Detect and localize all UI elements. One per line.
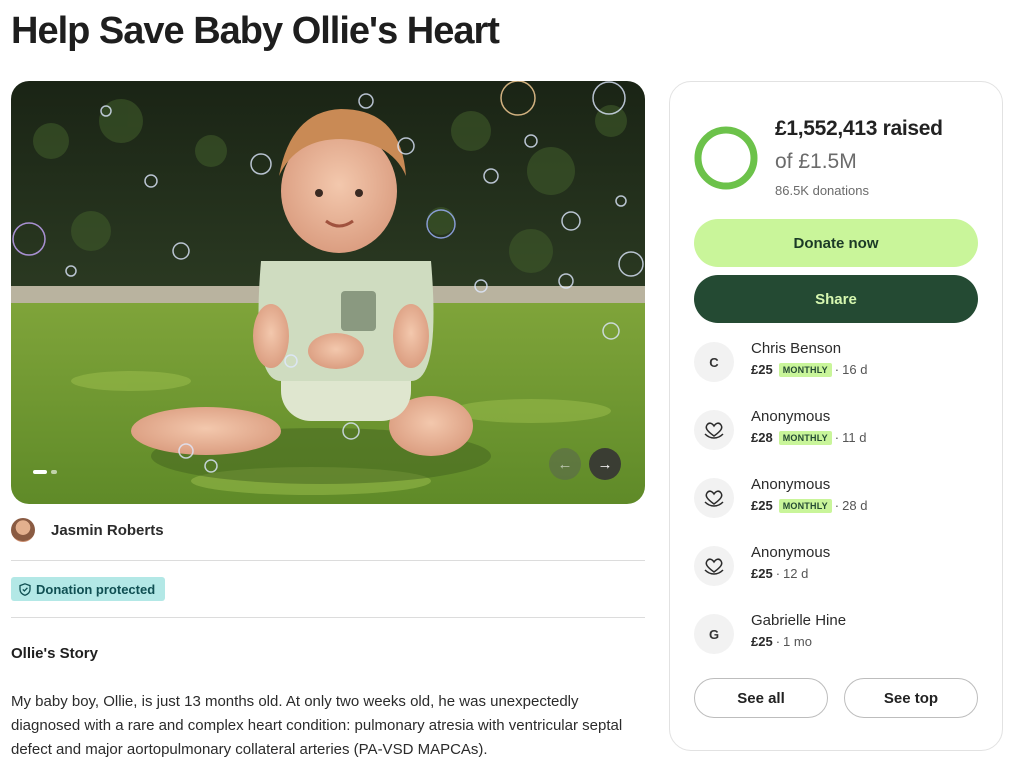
organizer-name[interactable]: Jasmin Roberts	[51, 522, 164, 539]
divider	[11, 617, 645, 618]
arrow-right-icon[interactable]: →	[589, 448, 621, 480]
monthly-badge: MONTHLY	[778, 430, 832, 445]
donor-meta: £25 MONTHLY · 16 d	[751, 362, 867, 377]
donations-count: 86.5K donations	[775, 183, 869, 198]
donor-time: 12 d	[783, 566, 809, 581]
see-top-button[interactable]: See top	[844, 678, 978, 718]
donor-time: 1 mo	[783, 634, 812, 649]
separator-dot: ·	[834, 430, 840, 445]
heart-hand-icon	[694, 478, 734, 518]
heart-hand-icon	[694, 410, 734, 450]
hero-photo	[11, 81, 645, 504]
organizer[interactable]: Jasmin Roberts	[11, 518, 164, 542]
donor-amount: £25	[751, 498, 773, 513]
donor-time: 28 d	[842, 498, 868, 513]
share-button[interactable]: Share	[694, 275, 978, 323]
donor-time: 11 d	[842, 430, 867, 445]
progress-ring-fill	[694, 126, 758, 190]
amount-raised: £1,552,413 raised	[775, 117, 943, 140]
donor-item: G Gabrielle Hine £25 · 1 mo	[694, 612, 984, 656]
divider	[11, 560, 645, 561]
donor-meta: £28 MONTHLY · 11 d	[751, 430, 866, 445]
donor-name: Anonymous	[751, 476, 831, 493]
donate-button[interactable]: Donate now	[694, 219, 978, 267]
donor-name: Anonymous	[751, 544, 831, 561]
story-title: Ollie's Story	[11, 645, 98, 662]
donor-name: Chris Benson	[751, 340, 842, 357]
donor-meta: £25 MONTHLY · 28 d	[751, 498, 867, 513]
donation-card: £1,552,413 raised of £1.5M 86.5K donatio…	[669, 81, 1003, 751]
separator-dot: ·	[834, 498, 840, 513]
donor-amount: £25	[751, 566, 773, 581]
donor-meta: £25 · 1 mo	[751, 634, 812, 649]
donor-time: 16 d	[842, 362, 868, 377]
separator-dot: ·	[775, 566, 781, 581]
donor-item: Anonymous £25 MONTHLY · 28 d	[694, 476, 984, 520]
monthly-badge: MONTHLY	[778, 362, 832, 377]
story-text: My baby boy, Ollie, is just 13 months ol…	[11, 693, 623, 758]
donor-amount: £25	[751, 362, 773, 377]
shield-icon	[19, 582, 31, 596]
carousel-dots	[33, 470, 57, 474]
hero-image[interactable]: ← →	[11, 81, 645, 504]
donor-item: Anonymous £25 · 12 d	[694, 544, 984, 588]
donor-name: Anonymous	[751, 408, 831, 425]
carousel-dot[interactable]	[51, 470, 57, 474]
heart-hand-icon	[694, 546, 734, 586]
donor-item: C Chris Benson £25 MONTHLY · 16 d	[694, 340, 984, 384]
donor-meta: £25 · 12 d	[751, 566, 808, 581]
donor-amount: £25	[751, 634, 773, 649]
badge-label: Donation protected	[36, 581, 156, 597]
donor-avatar: C	[694, 342, 734, 382]
separator-dot: ·	[775, 634, 781, 649]
donor-amount: £28	[751, 430, 773, 445]
carousel-dot-active[interactable]	[33, 470, 47, 474]
arrow-left-icon[interactable]: ←	[549, 448, 581, 480]
progress-ring	[694, 126, 758, 190]
donation-protected-badge[interactable]: Donation protected	[11, 577, 166, 601]
avatar[interactable]	[11, 518, 35, 542]
monthly-badge: MONTHLY	[778, 498, 832, 513]
donor-avatar: G	[694, 614, 734, 654]
donor-item: Anonymous £28 MONTHLY · 11 d	[694, 408, 984, 452]
page-title: Help Save Baby Ollie's Heart	[11, 10, 500, 52]
separator-dot: ·	[834, 362, 840, 377]
donor-name: Gabrielle Hine	[751, 612, 847, 629]
see-all-button[interactable]: See all	[694, 678, 828, 718]
goal-amount: of £1.5M	[775, 150, 857, 173]
